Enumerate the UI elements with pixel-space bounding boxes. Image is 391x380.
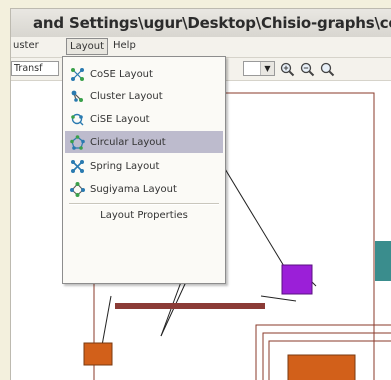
menu-layout[interactable]: Layout: [66, 38, 108, 55]
menu-item-label: Spring Layout: [90, 160, 160, 172]
compound-bar: [115, 303, 265, 309]
zoom-in-icon[interactable]: [279, 61, 295, 77]
menu-item-label: Circular Layout: [90, 136, 166, 148]
graph-node-orange: [83, 342, 113, 366]
graph-node-purple: [281, 264, 313, 295]
app-window: and Settings\ugur\Desktop\Chisio-graphs\…: [10, 8, 391, 380]
graph-node-teal: [375, 241, 391, 281]
zoom-out-icon[interactable]: [299, 61, 315, 77]
zoom-fit-icon[interactable]: [319, 61, 335, 77]
cluster-layout-icon: [69, 88, 85, 104]
cise-layout-icon: [69, 111, 85, 127]
dropdown-arrow-icon[interactable]: ▼: [260, 62, 274, 75]
menu-cluster[interactable]: uster: [13, 40, 39, 51]
menu-item-cose-layout[interactable]: CoSE Layout: [65, 63, 223, 85]
sugiyama-layout-icon: [69, 181, 85, 197]
menu-item-label: CiSE Layout: [90, 113, 150, 125]
menu-item-layout-properties[interactable]: Layout Properties: [63, 210, 225, 228]
menu-item-circular-layout[interactable]: Circular Layout: [65, 131, 223, 153]
layout-menu-dropdown: CoSE Layout Cluster Layout CiSE Layout C…: [62, 56, 226, 284]
transform-combo[interactable]: Transf: [11, 61, 59, 76]
menu-item-spring-layout[interactable]: Spring Layout: [65, 155, 223, 177]
menu-item-label: CoSE Layout: [90, 68, 153, 80]
spring-layout-icon: [69, 158, 85, 174]
title-bar: and Settings\ugur\Desktop\Chisio-graphs\…: [11, 9, 391, 38]
menu-bar: uster Layout Help: [11, 37, 391, 58]
menu-item-sugiyama-layout[interactable]: Sugiyama Layout: [65, 178, 223, 200]
circular-layout-icon: [69, 134, 85, 150]
graph-edge: [260, 295, 297, 302]
menu-item-label: Sugiyama Layout: [90, 183, 177, 195]
cose-layout-icon: [69, 66, 85, 82]
menu-separator: [69, 203, 219, 205]
graph-node-orange: [287, 354, 356, 380]
menu-help[interactable]: Help: [113, 40, 136, 51]
menu-item-label: Cluster Layout: [90, 90, 163, 102]
menu-item-cise-layout[interactable]: CiSE Layout: [65, 108, 223, 130]
menu-item-cluster-layout[interactable]: Cluster Layout: [65, 85, 223, 107]
window-title: and Settings\ugur\Desktop\Chisio-graphs\…: [33, 14, 391, 32]
